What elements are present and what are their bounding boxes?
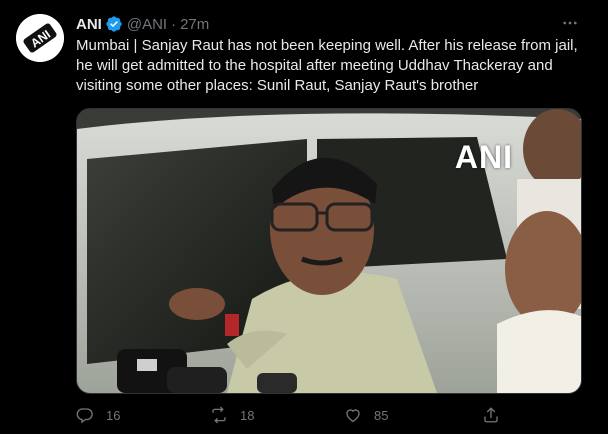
- retweet-count: 18: [240, 407, 255, 423]
- ani-logo-icon: ANI: [16, 14, 64, 62]
- author-handle[interactable]: @ANI: [127, 16, 167, 33]
- share-icon: [484, 407, 498, 423]
- verified-badge-icon: [105, 15, 123, 33]
- retweet-button[interactable]: 18: [210, 400, 254, 430]
- reply-button[interactable]: 16: [76, 400, 120, 430]
- tweet[interactable]: ANI ANI @ANI · 27m Mumbai | Sanjay Raut …: [0, 0, 608, 434]
- tweet-text: Mumbai | Sanjay Raut has not been keepin…: [76, 37, 578, 94]
- heart-icon: [346, 409, 360, 423]
- author-name[interactable]: ANI: [76, 16, 102, 33]
- like-button[interactable]: 85: [344, 400, 388, 430]
- tweet-header: ANI @ANI · 27m: [76, 13, 209, 35]
- more-options-icon: [563, 21, 577, 25]
- like-count: 85: [374, 407, 389, 423]
- tweet-timestamp[interactable]: 27m: [180, 16, 209, 33]
- media-watermark: ANI: [454, 139, 513, 175]
- avatar[interactable]: ANI: [16, 14, 64, 62]
- tweet-media-video[interactable]: ANI: [76, 108, 582, 394]
- retweet-icon: [212, 406, 226, 424]
- more-options-button[interactable]: [558, 11, 582, 35]
- tweet-actions: 16 18 85: [76, 400, 516, 430]
- reply-icon: [76, 408, 93, 424]
- share-button[interactable]: [482, 400, 512, 430]
- separator-dot: ·: [171, 15, 177, 33]
- reply-count: 16: [106, 407, 121, 423]
